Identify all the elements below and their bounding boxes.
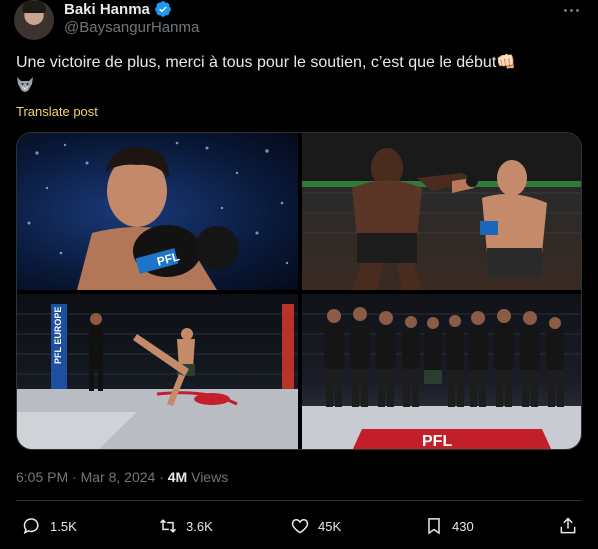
divider [16,500,582,501]
like-count: 45K [318,518,342,534]
tweet-header: Baki Hanma @BaysangurHanma [14,0,584,44]
team-photo: PFL [302,307,581,450]
wolf-emoji-icon [17,77,33,92]
media-image-team-photo[interactable]: PFL [302,294,581,450]
cage-kick-photo: PFL EUROPE [17,304,298,449]
fight-exchange-photo [302,133,581,290]
action-bar: 1.5K 3.6K 45K 430 [16,512,582,542]
meta-separator-2: · [159,469,164,485]
author-name[interactable]: Baki Hanma [64,1,150,18]
heart-icon [291,518,309,534]
repost-icon [159,519,177,533]
reply-count: 1.5K [50,518,77,534]
bookmark-count: 430 [452,518,474,534]
media-image-fight-exchange[interactable] [302,133,581,290]
translate-post-link[interactable]: Translate post [16,104,98,119]
views-label: Views [191,469,229,485]
media-image-cage-kick[interactable]: PFL EUROPE [17,294,298,449]
bookmark-icon [428,518,440,535]
media-grid: PFL PFL EUROPE PFL [16,132,582,450]
verified-badge-icon [155,1,171,17]
floor-logo-text: PFL [422,433,452,450]
share-button[interactable] [558,516,578,536]
views-count: 4M [167,469,188,485]
repost-count: 3.6K [186,518,213,534]
reply-icon [23,518,39,535]
like-button[interactable]: 45K [290,516,341,536]
tweet-body: Une victoire de plus, merci à tous pour … [16,54,517,71]
reply-button[interactable]: 1.5K [22,516,77,536]
author-handle[interactable]: @BaysangurHanma [64,19,199,36]
more-options-icon[interactable] [558,0,584,20]
tweet-timestamp: 6:05 PM · Mar 8, 2024 · 4M Views [16,469,228,485]
author-name-row: Baki Hanma [64,0,172,18]
share-icon [560,517,576,534]
fighter-portrait-photo: PFL [27,141,289,290]
avatar[interactable] [14,0,54,40]
meta-separator: · [72,469,77,485]
pfl-europe-banner-text: PFL EUROPE [53,307,63,364]
repost-button[interactable]: 3.6K [158,516,213,536]
tweet-time[interactable]: 6:05 PM [16,469,68,485]
bookmark-button[interactable]: 430 [424,516,474,536]
tweet-text: Une victoire de plus, merci à tous pour … [16,52,582,96]
media-image-fighter-portrait[interactable]: PFL [17,133,298,290]
tweet-date[interactable]: Mar 8, 2024 [81,469,156,485]
